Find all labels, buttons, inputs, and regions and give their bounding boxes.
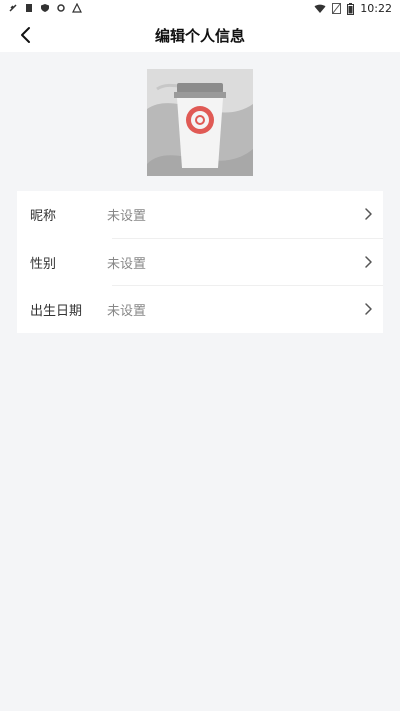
chevron-right-icon (365, 208, 372, 220)
page-title: 编辑个人信息 (154, 27, 245, 45)
status-bar: 10:22 (0, 0, 400, 18)
settings-icon (57, 4, 65, 12)
status-icons-right: 10:22 (314, 2, 392, 15)
nickname-label: 昵称 (30, 209, 57, 224)
chevron-right-icon (365, 303, 372, 315)
battery-icon (347, 2, 355, 15)
status-icons-left (8, 3, 82, 13)
birthday-label: 出生日期 (30, 304, 83, 319)
alert-icon (72, 3, 82, 13)
nickname-row[interactable]: 昵称 未设置 (17, 191, 383, 237)
status-time: 10:22 (360, 2, 392, 15)
no-sim-icon (332, 3, 342, 14)
gender-value: 未设置 (107, 257, 147, 272)
coffee-cup-avatar-icon (147, 69, 253, 176)
top-app-bar: 编辑个人信息 (0, 18, 400, 52)
nickname-value: 未设置 (107, 209, 147, 224)
chevron-right-icon (365, 256, 372, 268)
gender-label: 性别 (30, 257, 57, 272)
wifi-icon (314, 4, 326, 13)
notification-icon (9, 4, 17, 12)
birthday-value: 未设置 (107, 304, 147, 319)
avatar[interactable] (147, 69, 253, 176)
birthday-row[interactable]: 出生日期 未设置 (17, 286, 383, 332)
shield-icon (41, 4, 49, 12)
gender-row[interactable]: 性别 未设置 (17, 239, 383, 285)
profile-info-card: 昵称 未设置 性别 未设置 出生日期 未设置 (17, 191, 383, 333)
clipboard-icon (26, 4, 32, 12)
